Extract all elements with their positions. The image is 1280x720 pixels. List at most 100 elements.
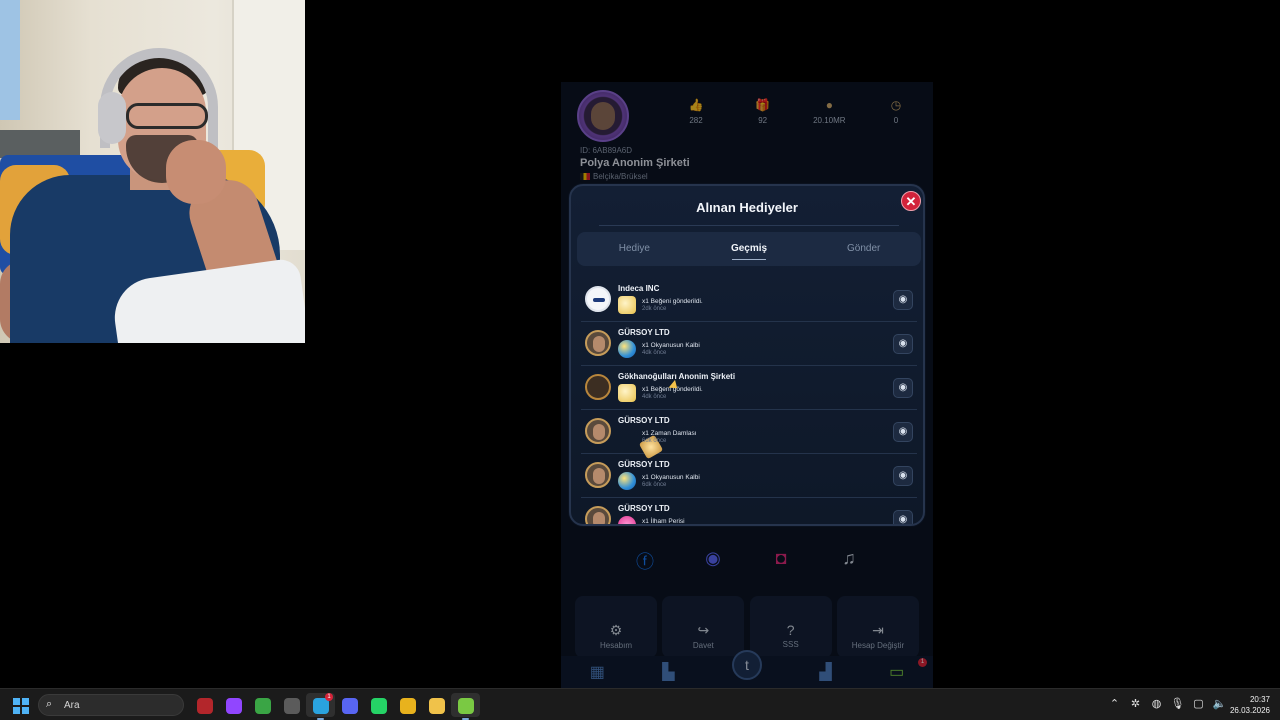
- tile-account[interactable]: ⚙ Hesabım: [575, 596, 657, 658]
- question-icon: ?: [786, 622, 795, 638]
- coin-icon: ●: [825, 98, 833, 112]
- gift-description: x1 İlham Perisi: [642, 518, 685, 525]
- eye-icon[interactable]: ◉: [893, 510, 913, 524]
- user-gear-icon: ⚙: [609, 622, 623, 638]
- desktop: 👍 282 🎁 92 ● 20.10MR ◷ 0 ID: 6AB89A6D Polya …: [0, 0, 1280, 720]
- social-links: ⓕ ◉ ◘ ♫: [561, 548, 933, 578]
- discord-icon[interactable]: [335, 693, 364, 717]
- clock-date: 26.03.2026: [1229, 706, 1270, 715]
- notification-badge: 1: [918, 658, 927, 667]
- dashboard-icon[interactable]: ▦: [590, 662, 605, 682]
- eye-icon[interactable]: ◉: [893, 290, 913, 310]
- list-item: Indeca INC x1 Beğeni gönderildi. 2dk önce ◉: [581, 278, 917, 322]
- taskbar-search[interactable]: ⌕ Ara: [38, 694, 184, 716]
- list-item: GÜRSOY LTD x1 Okyanusun Kalbi 4dk önce ◉: [581, 322, 917, 366]
- sender-name: GÜRSOY LTD: [618, 504, 670, 513]
- menu-tiles: ⚙ Hesabım ↪ Davet ? SSS ⇥ Hesap Değiştir: [575, 596, 919, 658]
- whatsapp-icon[interactable]: [364, 693, 393, 717]
- wallet-icon[interactable]: ▭: [889, 662, 904, 682]
- list-item: GÜRSOY LTDx1 İlham Perisi6dk önce◉: [581, 498, 917, 525]
- received-gifts-modal: Alınan Hediyeler ✕ Hediye Geçmiş Gönder …: [569, 184, 925, 526]
- gift-description: x1 Okyanusun Kalbi: [642, 342, 700, 349]
- xbox-icon[interactable]: [248, 693, 277, 717]
- company-location: Belçika/Brüksel: [580, 172, 648, 181]
- network-icon[interactable]: ▢: [1188, 697, 1209, 710]
- taskbar-apps: 1: [190, 693, 480, 720]
- steam-icon[interactable]: ◍: [1146, 697, 1167, 710]
- game-icon[interactable]: [190, 693, 219, 717]
- sender-avatar: [585, 286, 611, 312]
- bluestacks-icon[interactable]: [451, 693, 480, 720]
- divider: [599, 225, 899, 226]
- like-gift-icon: [618, 296, 636, 314]
- list-item: Gökhanoğulları Anonim Şirketi x1 Beğeni g…: [581, 366, 917, 410]
- player-avatar[interactable]: [577, 90, 629, 142]
- like-gift-icon: [618, 384, 636, 402]
- instagram-icon[interactable]: ◘: [769, 548, 793, 578]
- discord-icon[interactable]: ◉: [701, 548, 725, 578]
- close-button[interactable]: ✕: [901, 191, 921, 211]
- chevron-up-icon[interactable]: ⌃: [1104, 697, 1125, 710]
- facebook-icon[interactable]: ⓕ: [633, 548, 657, 578]
- thumbs-up-icon: 👍: [688, 98, 704, 112]
- stat-time: ◷ 0: [871, 98, 921, 125]
- headset-icon[interactable]: ♫: [837, 548, 861, 578]
- gift-time: 6dk önce: [642, 438, 667, 444]
- tile-switch-account[interactable]: ⇥ Hesap Değiştir: [836, 596, 919, 658]
- player-id[interactable]: ID: 6AB89A6D: [580, 146, 632, 155]
- modal-tabs: Hediye Geçmiş Gönder: [577, 232, 921, 266]
- clock[interactable]: 20:37 26.03.2026: [1226, 694, 1270, 716]
- tab-history[interactable]: Geçmiş: [692, 232, 807, 266]
- stat-gifts: 🎁 92: [738, 98, 788, 125]
- gift-time: 6dk önce: [642, 482, 667, 488]
- modal-title: Alınan Hediyeler: [696, 200, 798, 215]
- sender-name: Indeca INC: [618, 284, 660, 293]
- share-icon: ↪: [697, 622, 710, 638]
- app-badge: 1: [325, 693, 333, 701]
- tab-gift[interactable]: Hediye: [577, 232, 692, 266]
- twitch-icon[interactable]: [219, 693, 248, 717]
- eye-icon[interactable]: ◉: [893, 378, 913, 398]
- gift-description: x1 Okyanusun Kalbi: [642, 474, 700, 481]
- sender-avatar: [585, 506, 611, 524]
- windows-start-icon[interactable]: [13, 698, 29, 714]
- stat-money: ● 20.10MR: [804, 98, 854, 125]
- brightness-icon[interactable]: ✲: [1125, 697, 1146, 710]
- gift-time: 4dk önce: [642, 394, 667, 400]
- bottom-nav: ▦ ▙ t ▟ ▭ 1: [561, 650, 933, 688]
- gift-icon: 🎁: [755, 98, 771, 112]
- gift-time: 4dk önce: [642, 350, 667, 356]
- list-item: GÜRSOY LTD x1 Okyanusun Kalbi 6dk önce ◉: [581, 454, 917, 498]
- microphone-icon[interactable]: 🎙: [1167, 697, 1188, 710]
- eye-icon[interactable]: ◉: [893, 422, 913, 442]
- stat-likes: 👍 282: [671, 98, 721, 125]
- chrome-icon[interactable]: [393, 693, 422, 717]
- gift-time: 2dk önce: [642, 306, 667, 312]
- eye-icon[interactable]: ◉: [893, 466, 913, 486]
- tab-send[interactable]: Gönder: [806, 232, 921, 266]
- system-tray: ⌃ ✲ ◍ 🎙 ▢ 🔈: [1104, 697, 1230, 710]
- buildings-icon[interactable]: ▟: [819, 662, 831, 682]
- sender-name: Gökhanoğulları Anonim Şirketi: [618, 372, 736, 381]
- calculator-icon[interactable]: [277, 693, 306, 717]
- gift-history-list[interactable]: Indeca INC x1 Beğeni gönderildi. 2dk önce ◉…: [581, 278, 917, 525]
- sender-name: GÜRSOY LTD: [618, 416, 670, 425]
- file-explorer-icon[interactable]: [422, 693, 451, 717]
- clock-time: 20:37: [1249, 695, 1270, 704]
- telegram-icon[interactable]: 1: [306, 693, 335, 720]
- sender-avatar: [585, 330, 611, 356]
- search-placeholder: Ara: [64, 700, 80, 711]
- company-name: Polya Anonim Şirketi: [580, 157, 690, 169]
- eye-icon[interactable]: ◉: [893, 334, 913, 354]
- home-logo-button[interactable]: t: [731, 650, 762, 680]
- sender-avatar: [585, 418, 611, 444]
- switch-account-icon: ⇥: [872, 622, 884, 638]
- sender-avatar: [585, 462, 611, 488]
- clock-icon: ◷: [890, 98, 902, 112]
- tile-faq[interactable]: ? SSS: [749, 596, 832, 658]
- tile-invite[interactable]: ↪ Davet: [662, 596, 745, 658]
- sender-avatar: [585, 374, 611, 400]
- profile-stats: 👍 282 🎁 92 ● 20.10MR ◷ 0: [671, 98, 921, 125]
- factory-icon[interactable]: ▙: [662, 662, 674, 682]
- ocean-gift-icon: [618, 340, 636, 358]
